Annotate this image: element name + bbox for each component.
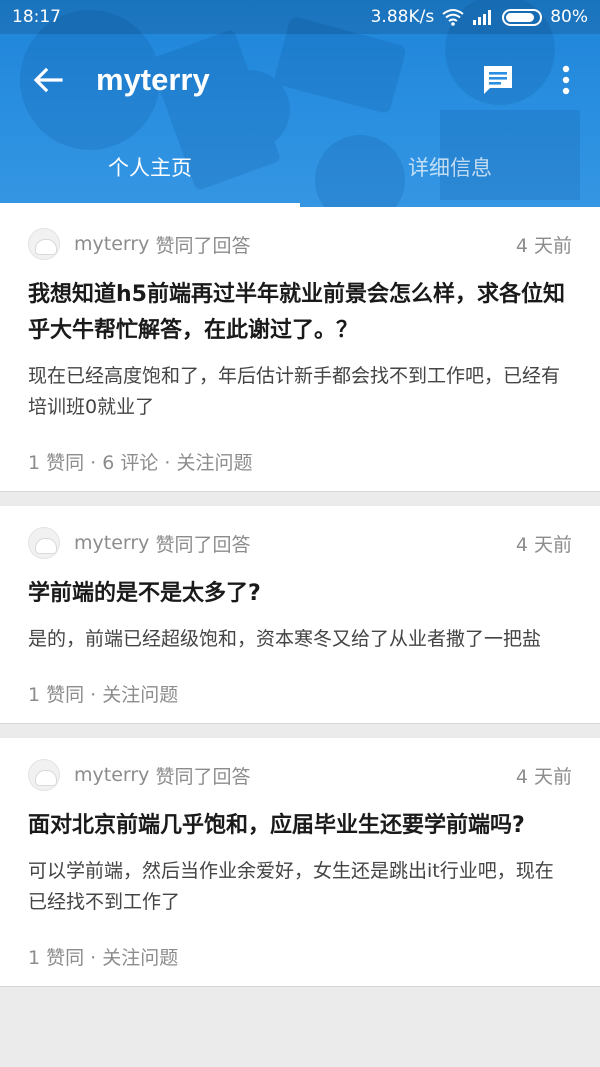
toolbar: myterry	[0, 34, 600, 126]
activity-time: 4 天前	[515, 533, 572, 556]
profile-tabs: 个人主页 详细信息	[0, 126, 600, 207]
back-button[interactable]	[0, 34, 96, 126]
battery-icon	[502, 8, 543, 26]
more-button[interactable]	[532, 34, 600, 126]
more-vert-icon	[562, 65, 570, 95]
card-meta: myterry 赞同了回答 4 天前	[28, 207, 572, 281]
activity-action: 赞同了回答	[155, 765, 251, 788]
activity-feed: myterry 赞同了回答 4 天前 我想知道h5前端再过半年就业前景会怎么样，…	[0, 207, 600, 1001]
page-title: myterry	[96, 62, 210, 97]
answer-excerpt[interactable]: 可以学前端，然后当作业余爱好，女生还是跳出it行业吧，现在已经找不到工作了	[28, 856, 572, 918]
battery-level: 80%	[550, 7, 588, 27]
chat-icon	[484, 66, 512, 94]
card-meta: myterry 赞同了回答 4 天前	[28, 738, 572, 812]
profile-header: 18:17 3.88K/s 80% myterry 个人主页 详细信息	[0, 0, 600, 207]
wifi-icon	[442, 9, 464, 26]
answer-stats: 1 赞同 · 关注问题	[28, 683, 179, 706]
tab-homepage[interactable]: 个人主页	[0, 126, 300, 207]
card-meta: myterry 赞同了回答 4 天前	[28, 506, 572, 580]
feed-card[interactable]: myterry 赞同了回答 4 天前 面对北京前端几乎饱和，应届毕业生还要学前端…	[0, 738, 600, 987]
status-bar: 18:17 3.88K/s 80%	[0, 0, 600, 34]
message-button[interactable]	[464, 34, 532, 126]
author-name[interactable]: myterry	[74, 233, 149, 255]
author-name[interactable]: myterry	[74, 764, 149, 786]
question-title[interactable]: 面对北京前端几乎饱和，应届毕业生还要学前端吗?	[28, 808, 572, 844]
question-title[interactable]: 我想知道h5前端再过半年就业前景会怎么样，求各位知乎大牛帮忙解答，在此谢过了。？	[28, 277, 572, 349]
feed-card[interactable]: myterry 赞同了回答 4 天前 我想知道h5前端再过半年就业前景会怎么样，…	[0, 207, 600, 492]
feed-card[interactable]: myterry 赞同了回答 4 天前 学前端的是不是太多了? 是的，前端已经超级…	[0, 506, 600, 724]
answer-stats: 1 赞同 · 关注问题	[28, 946, 179, 969]
status-time: 18:17	[12, 7, 61, 27]
activity-action: 赞同了回答	[155, 533, 251, 556]
avatar[interactable]	[28, 527, 60, 559]
activity-action: 赞同了回答	[155, 234, 251, 257]
tab-details[interactable]: 详细信息	[300, 126, 600, 207]
activity-time: 4 天前	[515, 765, 572, 788]
avatar[interactable]	[28, 228, 60, 260]
author-name[interactable]: myterry	[74, 532, 149, 554]
network-speed: 3.88K/s	[370, 7, 435, 27]
answer-excerpt[interactable]: 是的，前端已经超级饱和，资本寒冬又给了从业者撒了一把盐	[28, 624, 572, 655]
answer-excerpt[interactable]: 现在已经高度饱和了，年后估计新手都会找不到工作吧，已经有培训班0就业了	[28, 361, 572, 423]
arrow-left-icon	[33, 67, 63, 93]
question-title[interactable]: 学前端的是不是太多了?	[28, 576, 572, 612]
signal-icon	[473, 10, 492, 25]
avatar[interactable]	[28, 759, 60, 791]
answer-stats: 1 赞同 · 6 评论 · 关注问题	[28, 451, 253, 474]
activity-time: 4 天前	[515, 234, 572, 257]
